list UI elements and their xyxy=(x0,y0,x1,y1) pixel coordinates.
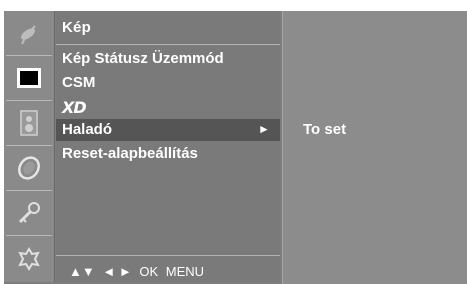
up-down-arrows-icon: ▲▼ xyxy=(69,264,95,279)
menu-item-picture-mode[interactable]: Kép Státusz Üzemmód xyxy=(56,48,280,70)
category-time[interactable] xyxy=(4,146,54,190)
menu-item-reset[interactable]: Reset-alapbeállítás xyxy=(56,143,280,165)
menu-item-csm[interactable]: CSM xyxy=(56,72,280,94)
settings-option-icon xyxy=(18,247,40,271)
category-lock[interactable] xyxy=(4,191,54,235)
navigation-hint: ▲▼ ◄ ► OK MENU xyxy=(69,264,208,279)
key-lock-icon xyxy=(18,202,40,224)
title-divider xyxy=(56,44,280,45)
category-audio[interactable] xyxy=(4,101,54,145)
menu-item-label: Haladó xyxy=(62,121,113,138)
left-right-arrows-icon: ◄ ► xyxy=(102,264,132,279)
xd-logo: XD xyxy=(62,98,87,117)
menu-hint: MENU xyxy=(165,264,205,279)
category-icon-bar xyxy=(4,11,55,282)
speaker-audio-icon xyxy=(20,110,38,136)
top-margin xyxy=(0,0,467,11)
ok-hint: OK xyxy=(139,264,159,279)
submenu-panel: To set xyxy=(282,11,467,284)
osd-menu: Kép Kép Státusz Üzemmód CSM XD Haladó ► … xyxy=(0,0,467,284)
submenu-arrow-icon: ► xyxy=(258,122,270,136)
picture-screen-icon xyxy=(17,68,41,88)
category-setup[interactable] xyxy=(4,11,54,55)
category-option[interactable] xyxy=(4,237,54,281)
bottom-divider xyxy=(56,255,280,256)
satellite-dish-icon xyxy=(21,25,36,45)
menu-item-label: Kép Státusz Üzemmód xyxy=(62,50,224,67)
submenu-hint: To set xyxy=(303,121,347,138)
menu-item-xd[interactable]: XD xyxy=(56,95,280,117)
category-picture[interactable] xyxy=(4,56,54,100)
picture-menu: Kép Kép Státusz Üzemmód CSM XD Haladó ► … xyxy=(56,11,280,282)
menu-item-label: Reset-alapbeállítás xyxy=(62,145,198,162)
menu-item-label: CSM xyxy=(62,74,96,91)
menu-item-advanced[interactable]: Haladó ► xyxy=(56,119,280,141)
menu-title: Kép xyxy=(62,19,91,36)
icon-divider xyxy=(6,235,52,236)
clock-time-icon xyxy=(18,156,40,180)
